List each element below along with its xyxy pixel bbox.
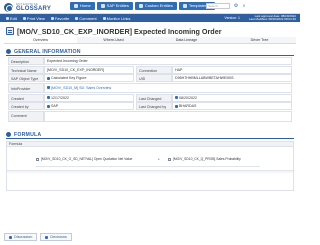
description-label: Description bbox=[8, 57, 44, 65]
search-icon[interactable]: ⌕ bbox=[241, 3, 247, 9]
comment-label: Comment bbox=[8, 110, 44, 122]
printer-icon bbox=[22, 16, 26, 20]
favorite-button[interactable]: Favorite bbox=[50, 16, 69, 21]
formula-connector bbox=[36, 166, 260, 167]
comment-value bbox=[44, 110, 292, 122]
discussion-icon bbox=[9, 235, 12, 239]
last-changed-by-label: Last Changed by bbox=[136, 102, 172, 111]
formula-header[interactable]: FORMULA bbox=[6, 131, 294, 138]
user-icon bbox=[47, 104, 50, 108]
created-by-label: Created by bbox=[8, 102, 44, 111]
tab-overview[interactable]: Overview bbox=[4, 37, 77, 43]
key-figure-icon bbox=[6, 27, 14, 35]
database-icon bbox=[100, 4, 105, 8]
home-icon bbox=[74, 4, 78, 8]
edit-button[interactable]: Edit bbox=[6, 16, 17, 21]
header-nav: Home SAP Entities Custom Entities Templa… bbox=[70, 2, 215, 10]
template-icon bbox=[182, 4, 187, 8]
star-icon bbox=[50, 16, 54, 20]
section-divider bbox=[6, 138, 294, 139]
user-icon bbox=[175, 104, 178, 108]
nav-sap-entities[interactable]: SAP Entities bbox=[96, 2, 133, 10]
key-figure-icon bbox=[36, 157, 39, 161]
decisions-button[interactable]: Decisions bbox=[40, 233, 72, 241]
calendar-icon bbox=[175, 96, 178, 100]
object-type-value: Calculated Key Figure bbox=[44, 74, 134, 83]
logo-main-text: GLOSSARY bbox=[16, 5, 52, 12]
key-figure-icon bbox=[168, 157, 171, 161]
decision-icon bbox=[45, 235, 49, 239]
page-title: [MO/V_SD10_CK_EXP_INORDER] Expected Inco… bbox=[17, 26, 222, 36]
infoprovider-label: InfoProvider bbox=[8, 82, 44, 93]
connection-label: Connection bbox=[136, 65, 172, 74]
version-label: Version: 1 bbox=[224, 16, 240, 20]
logo-icon bbox=[4, 2, 13, 12]
uid-value: D96H7HHBMLLABWBETAHWEM93 bbox=[172, 74, 292, 83]
general-info-header[interactable]: GENERAL INFORMATION bbox=[6, 48, 294, 55]
key-figure-type-icon bbox=[47, 76, 50, 80]
created-value: 12/17/2022 bbox=[44, 93, 134, 102]
link-icon bbox=[102, 16, 106, 20]
calendar-icon bbox=[47, 96, 50, 100]
nav-custom-entities[interactable]: Custom Entities bbox=[134, 2, 177, 10]
last-changed-value: 08/20/2022 bbox=[172, 93, 292, 102]
tab-where-used[interactable]: Where-Used bbox=[77, 37, 150, 43]
formula-canvas bbox=[6, 147, 294, 191]
print-view-button[interactable]: Print View bbox=[22, 16, 45, 21]
cube-icon bbox=[138, 4, 143, 8]
last-changed-by-value: BHARDAS bbox=[172, 102, 292, 111]
bottom-actions: Discussion Decisions bbox=[4, 233, 72, 241]
page-header: [MO/V_SD10_CK_EXP_INORDER] Expected Inco… bbox=[6, 26, 222, 36]
infoprovider-link[interactable]: [MO/V_SD10_M] SD: Sales Overview bbox=[51, 84, 111, 92]
gear-icon[interactable]: ⚙ bbox=[233, 3, 239, 9]
comment-button[interactable]: Comment bbox=[75, 16, 97, 21]
created-by-value: SAP bbox=[44, 102, 134, 111]
logo[interactable]: ENTERPRISE GLOSSARY bbox=[4, 1, 51, 13]
pencil-icon bbox=[6, 16, 9, 20]
nav-home[interactable]: Home bbox=[70, 2, 95, 10]
collapse-icon bbox=[6, 132, 11, 137]
discussion-button[interactable]: Discussion bbox=[4, 233, 38, 241]
general-info-grid: Description Expected Incoming Order Tech… bbox=[8, 57, 292, 123]
section-divider bbox=[6, 55, 294, 56]
formula-operator: * bbox=[158, 156, 160, 162]
infoprovider-icon bbox=[47, 86, 50, 90]
monitor-links-button[interactable]: Monitor Links bbox=[102, 16, 130, 21]
formula-operand-1[interactable]: [MO/V_SD10_CK_O_SD_NETVAL] Open Quotatio… bbox=[36, 156, 132, 162]
horizontal-scrollbar[interactable] bbox=[7, 170, 293, 173]
top-header: ENTERPRISE GLOSSARY Home SAP Entities Cu… bbox=[0, 0, 300, 14]
object-type-label: SAP Object Type bbox=[8, 74, 44, 83]
tab-bar: Overview Where-Used Data Lineage Driver … bbox=[4, 37, 296, 44]
description-value: Expected Incoming Order bbox=[44, 57, 292, 65]
last-modified-text: Last Modified: 08/20/2022 08:04:20 bbox=[248, 17, 296, 21]
technical-name-label: Technical Name bbox=[8, 65, 44, 74]
connection-value: HAP bbox=[172, 65, 292, 74]
last-change-info: Last approval date: 08/20/2022 Last Modi… bbox=[249, 14, 296, 22]
infoprovider-value: [MO/V_SD10_M] SD: Sales Overview bbox=[44, 82, 292, 93]
tab-data-lineage[interactable]: Data Lineage bbox=[150, 37, 223, 43]
created-label: Created bbox=[8, 93, 44, 102]
comment-icon bbox=[75, 16, 79, 20]
tab-driver-tree[interactable]: Driver Tree bbox=[223, 37, 296, 43]
search-input[interactable]: Search bbox=[206, 3, 230, 9]
technical-name-value: [MO/V_SD10_CK_EXP_INORDER] bbox=[44, 65, 134, 74]
formula-operand-2[interactable]: [MO/V_SD10_CK_Q_PROB] Sales Probability bbox=[168, 156, 241, 162]
uid-label: UID bbox=[136, 74, 172, 83]
last-changed-label: Last Changed bbox=[136, 93, 172, 102]
collapse-icon bbox=[6, 49, 11, 54]
